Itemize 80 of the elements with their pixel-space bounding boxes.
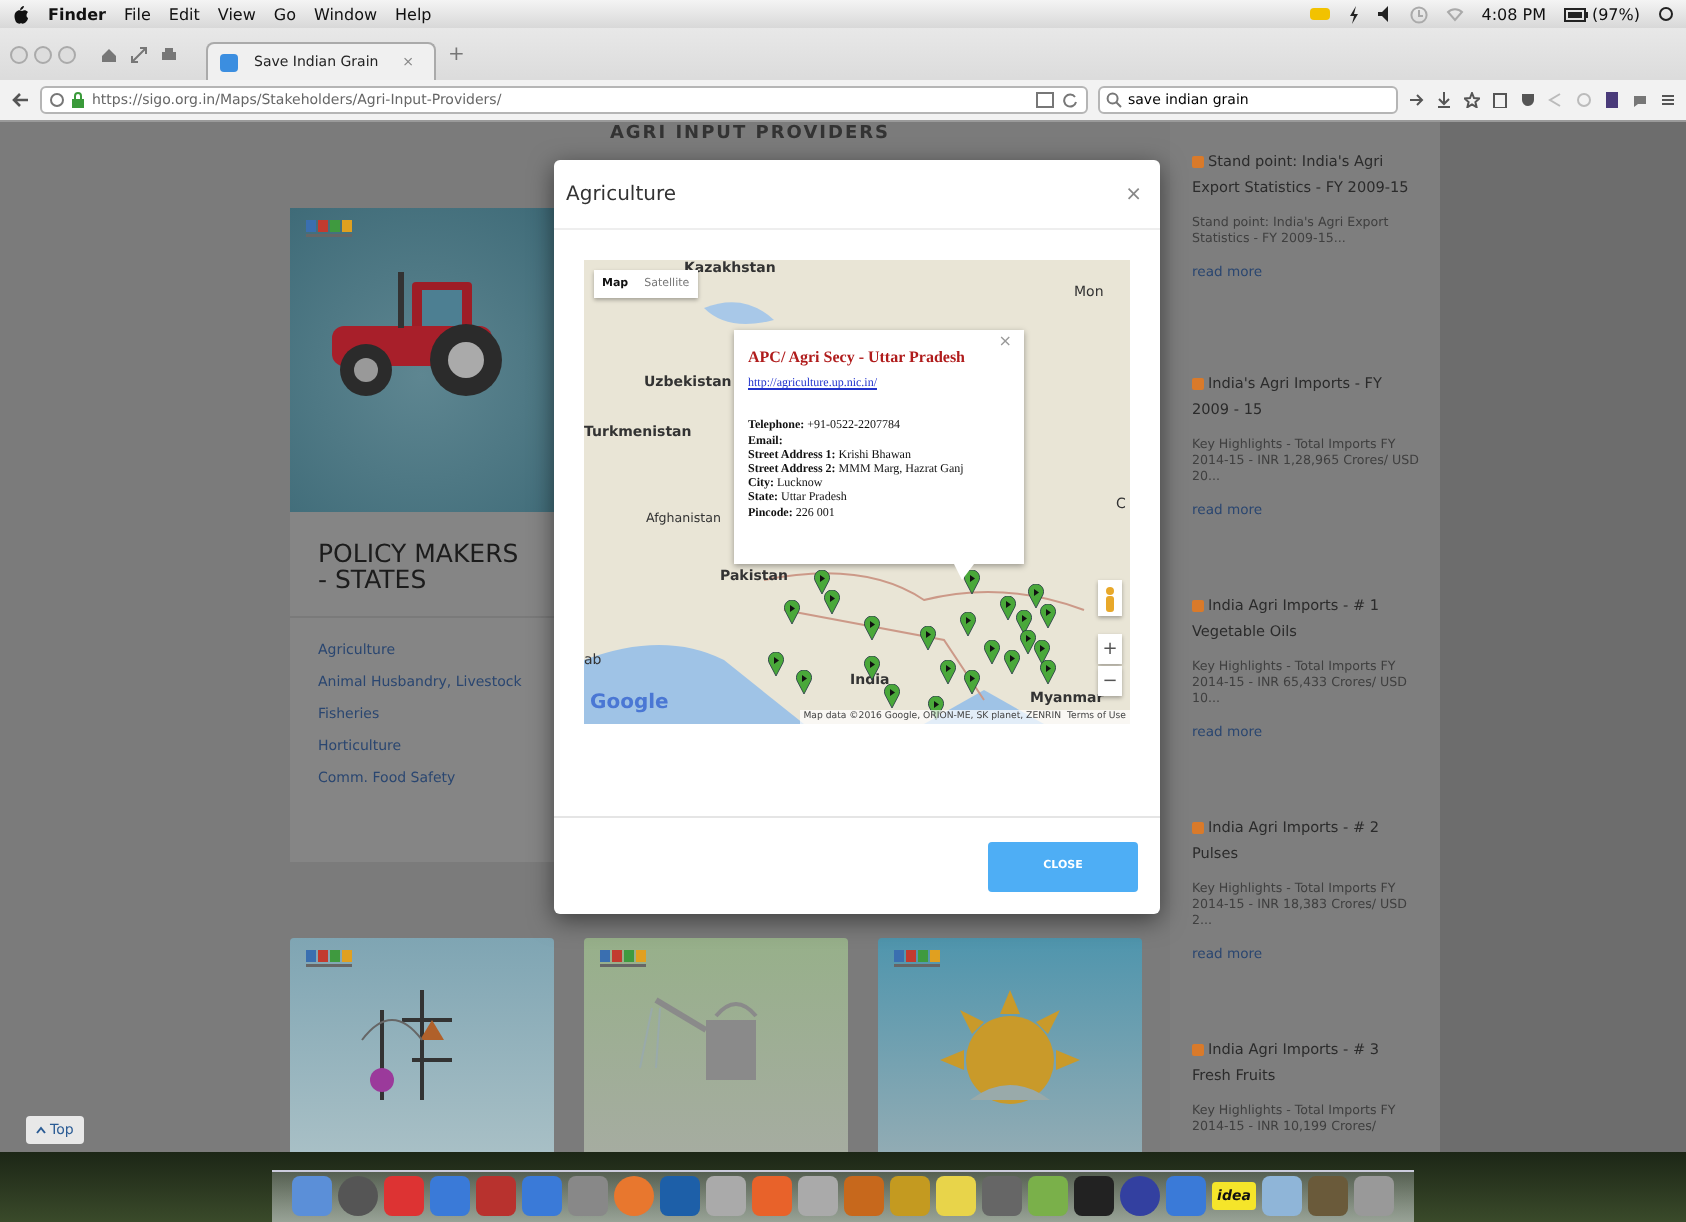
map-pin-icon[interactable] xyxy=(1034,640,1050,664)
close-button[interactable]: × xyxy=(1125,183,1142,205)
map-pin-icon[interactable] xyxy=(1004,650,1020,674)
map-pin-icon[interactable] xyxy=(960,612,976,636)
home-icon[interactable] xyxy=(100,45,118,63)
dock-app-icon[interactable] xyxy=(1120,1176,1160,1216)
rss-icon xyxy=(1192,155,1204,167)
map-pin-icon[interactable] xyxy=(1028,584,1044,608)
zoom-out-button[interactable]: − xyxy=(1098,666,1122,696)
clipboard-icon[interactable] xyxy=(1492,92,1508,108)
site-logo-icon xyxy=(600,950,648,968)
back-icon[interactable] xyxy=(10,90,30,110)
map-view[interactable] xyxy=(584,260,1130,724)
rss-icon xyxy=(1192,599,1204,611)
volume-icon[interactable] xyxy=(1377,6,1392,22)
map-pin-icon[interactable] xyxy=(824,590,840,614)
map-pin-icon[interactable] xyxy=(1020,630,1036,654)
caret-icon xyxy=(36,1126,46,1134)
favicon-icon xyxy=(220,53,238,71)
map-pin-icon[interactable] xyxy=(796,670,812,694)
menu-item[interactable]: Edit xyxy=(168,5,200,23)
pegman-icon xyxy=(1104,585,1116,611)
map-logo: Google xyxy=(590,692,669,714)
print-icon[interactable] xyxy=(160,45,178,63)
info-icon[interactable] xyxy=(50,92,64,108)
lightning-icon[interactable] xyxy=(1347,5,1360,23)
menu-item[interactable]: Finder xyxy=(48,5,106,23)
extension-icon[interactable] xyxy=(1604,92,1620,108)
map-pin-icon[interactable] xyxy=(1040,604,1056,628)
dock-app-icon[interactable] xyxy=(1074,1176,1114,1216)
lock-icon xyxy=(72,92,84,108)
lake-drawing xyxy=(704,302,774,324)
site-logo-icon xyxy=(306,950,354,968)
info-title: APC/ Agri Secy - Uttar Pradesh xyxy=(748,350,967,365)
rss-icon xyxy=(1192,377,1204,389)
new-tab-button[interactable]: + xyxy=(448,43,465,65)
map-pin-icon[interactable] xyxy=(964,570,980,594)
battery-status[interactable]: (97%) xyxy=(1563,5,1640,23)
battery-percent: (97%) xyxy=(1591,5,1640,23)
zoom-in-button[interactable]: + xyxy=(1098,634,1122,664)
bookmark-star-icon[interactable] xyxy=(1464,92,1480,108)
dock-app-icon[interactable] xyxy=(338,1176,378,1216)
map-pin-icon[interactable] xyxy=(814,570,830,594)
reload-icon[interactable] xyxy=(1062,92,1078,108)
chat-icon[interactable] xyxy=(1632,92,1648,108)
pocket-icon[interactable] xyxy=(1520,92,1536,108)
map-pin-icon[interactable] xyxy=(884,684,900,708)
reader-view-icon[interactable] xyxy=(1036,92,1054,108)
info-close-button[interactable]: × xyxy=(998,334,1012,349)
info-window-pointer-icon xyxy=(954,564,974,580)
map-pin-icon[interactable] xyxy=(1016,610,1032,634)
resize-arrows-icon[interactable] xyxy=(130,45,148,63)
map-pin-icon[interactable] xyxy=(768,652,784,676)
menu-item[interactable]: View xyxy=(217,5,256,23)
download-icon[interactable] xyxy=(1436,92,1452,108)
map-pin-icon[interactable] xyxy=(1000,596,1016,620)
apple-logo-icon[interactable] xyxy=(12,4,30,24)
forward-icon[interactable] xyxy=(1408,92,1424,108)
map-pin-icon[interactable] xyxy=(964,670,980,694)
rss-icon xyxy=(1192,1043,1204,1055)
map-pin-icon[interactable] xyxy=(940,660,956,684)
rss-icon xyxy=(1192,821,1204,833)
menu-clock[interactable]: 4:08 PM xyxy=(1481,5,1546,23)
site-logo-icon xyxy=(894,950,942,968)
menu-item[interactable]: Go xyxy=(273,5,296,23)
map-pin-icon[interactable] xyxy=(1040,660,1056,684)
battery-icon xyxy=(1563,7,1588,21)
map-pin-icon[interactable] xyxy=(784,600,800,624)
menu-item[interactable]: Window xyxy=(313,5,378,23)
spotlight-icon[interactable] xyxy=(1658,6,1674,22)
menu-item[interactable]: File xyxy=(124,5,151,23)
site-logo-icon xyxy=(306,220,354,238)
menu-item[interactable]: Help xyxy=(395,5,432,23)
menu-icon[interactable] xyxy=(1660,92,1676,108)
modal-title: Agriculture xyxy=(566,183,676,205)
page-heading: AGRI INPUT PROVIDERS xyxy=(607,122,893,148)
map-pin-icon[interactable] xyxy=(984,640,1000,664)
search-icon xyxy=(1106,92,1122,108)
map-pin-icon[interactable] xyxy=(864,616,880,640)
map-pin-icon[interactable] xyxy=(920,626,936,650)
